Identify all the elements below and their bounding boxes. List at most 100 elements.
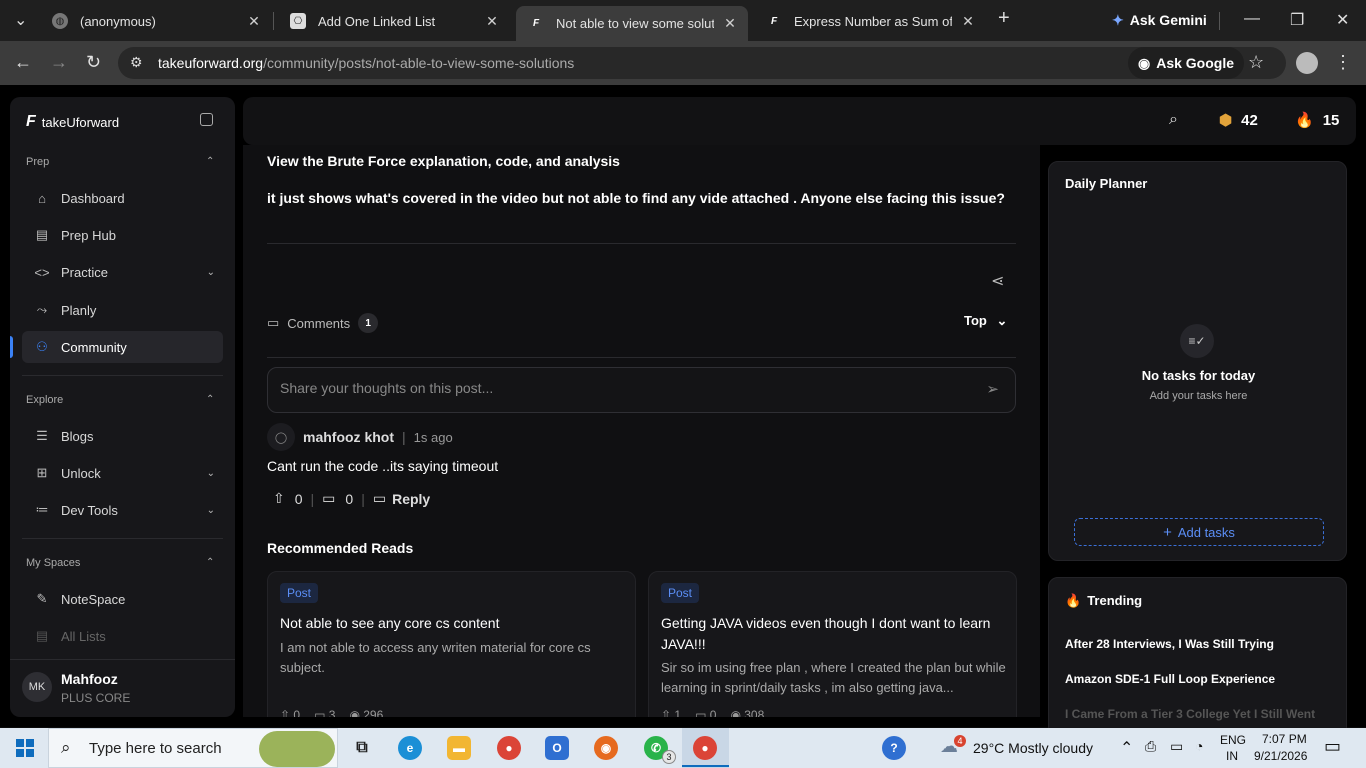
sort-dropdown[interactable]: Top ⌄: [964, 313, 1007, 329]
clock-date[interactable]: 9/21/2026: [1254, 749, 1307, 763]
post-body-line: it just shows what's covered in the vide…: [267, 190, 1005, 206]
ask-gemini-label: Ask Gemini: [1129, 12, 1207, 28]
comment-input-box[interactable]: ➢: [267, 367, 1016, 413]
send-icon[interactable]: ➢: [986, 380, 999, 398]
restore-icon[interactable]: ❐: [1290, 10, 1304, 30]
firefox-icon[interactable]: ◉: [594, 736, 618, 760]
comment-input[interactable]: [280, 380, 960, 396]
profile-avatar[interactable]: [1296, 52, 1318, 74]
chevron-up-icon[interactable]: ⌃: [206, 156, 214, 167]
ask-google-button[interactable]: ◉ Ask Google: [1128, 47, 1245, 79]
close-tab-icon[interactable]: ✕: [960, 13, 976, 30]
chevron-up-icon[interactable]: ⌃: [206, 394, 214, 405]
address-bar[interactable]: ⚙ takeuforward.org/community/posts/not-a…: [118, 47, 1286, 79]
sidebar-item-practice[interactable]: <> Practice ⌄: [22, 256, 223, 288]
region-indicator[interactable]: IN: [1226, 749, 1238, 763]
page: F takeUforward Prep ⌃ ⌂ Dashboard ▤ Prep…: [0, 85, 1366, 737]
section-prep-label[interactable]: Prep: [26, 156, 49, 168]
tab-express-number[interactable]: F Express Number as Sum of Two ✕: [754, 6, 986, 36]
share-icon[interactable]: ⋖: [991, 271, 1004, 291]
help-icon[interactable]: ?: [882, 736, 906, 760]
menu-kebab-icon[interactable]: ⋮: [1334, 52, 1352, 73]
sidebar-item-prep-hub[interactable]: ▤ Prep Hub: [22, 219, 223, 251]
streak-stat[interactable]: 🔥 15: [1295, 111, 1340, 130]
newspaper-icon: ☰: [36, 428, 48, 443]
close-tab-icon[interactable]: ✕: [484, 13, 500, 30]
ask-gemini-button[interactable]: ✦ Ask Gemini: [1104, 6, 1215, 34]
sidebar-item-community[interactable]: ⚇ Community: [22, 331, 223, 363]
replies-button[interactable]: ▭ 0: [322, 490, 353, 507]
close-tab-icon[interactable]: ✕: [722, 15, 738, 32]
sidebar-item-unlock[interactable]: ⊞ Unlock ⌄: [22, 457, 223, 489]
file-explorer-icon[interactable]: ▬: [447, 736, 471, 760]
windows-start-icon[interactable]: [16, 739, 34, 757]
taskbar-search[interactable]: ⌕ Type here to search: [48, 728, 338, 768]
forward-icon[interactable]: →: [50, 52, 68, 73]
upvote-button[interactable]: ⇧ 0: [267, 490, 303, 507]
sidebar-item-dev-tools[interactable]: ≔ Dev Tools ⌄: [22, 494, 223, 526]
trending-item[interactable]: Amazon SDE-1 Full Loop Experience: [1065, 672, 1275, 686]
user-profile[interactable]: MK Mahfooz PLUS CORE: [10, 659, 235, 717]
streak-count: 15: [1322, 111, 1340, 129]
chrome-profile-icon[interactable]: ●: [693, 736, 717, 760]
brand-logo[interactable]: F takeUforward: [26, 113, 119, 131]
url-text[interactable]: takeuforward.org/community/posts/not-abl…: [158, 55, 574, 71]
separator: |: [361, 490, 365, 507]
coins-stat[interactable]: ⬢ 42: [1219, 111, 1258, 130]
sidebar: F takeUforward Prep ⌃ ⌂ Dashboard ▤ Prep…: [10, 97, 235, 717]
card-title[interactable]: Getting JAVA videos even though I dont w…: [661, 613, 1006, 655]
sidebar-item-all-lists[interactable]: ▤ All Lists: [22, 620, 223, 652]
sidebar-item-planly[interactable]: ⤳ Planly: [22, 294, 223, 326]
comment-body: Cant run the code ..its saying timeout: [267, 458, 499, 474]
close-tab-icon[interactable]: ✕: [246, 13, 262, 30]
add-tasks-label: Add tasks: [1177, 524, 1235, 540]
recommended-card[interactable]: Post Getting JAVA videos even though I d…: [648, 571, 1017, 717]
trending-title: 🔥 Trending: [1065, 593, 1142, 609]
planner-empty-text: No tasks for today: [1141, 368, 1256, 383]
outlook-icon[interactable]: O: [545, 736, 569, 760]
edge-icon[interactable]: e: [398, 736, 422, 760]
bookmark-star-icon[interactable]: ☆: [1248, 52, 1264, 73]
device-icon[interactable]: ⎙: [1145, 738, 1156, 755]
section-my-spaces-label[interactable]: My Spaces: [26, 557, 80, 569]
chevron-up-icon[interactable]: ⌃: [1120, 738, 1133, 758]
comment-author[interactable]: mahfooz khot: [303, 429, 394, 445]
reload-icon[interactable]: ↻: [86, 52, 101, 73]
notifications-icon[interactable]: ▭: [1324, 736, 1341, 757]
recommended-card[interactable]: Post Not able to see any core cs content…: [267, 571, 636, 717]
sidebar-item-blogs[interactable]: ☰ Blogs: [22, 420, 223, 452]
trending-item[interactable]: After 28 Interviews, I Was Still Trying: [1065, 637, 1274, 651]
weather-text[interactable]: 29°C Mostly cloudy: [973, 740, 1093, 756]
sidebar-collapse-icon[interactable]: [200, 113, 213, 126]
sidebar-item-dashboard[interactable]: ⌂ Dashboard: [22, 182, 223, 214]
comment-header: ◯ mahfooz khot | 1s ago: [267, 423, 453, 451]
search-icon[interactable]: ⌕: [1169, 111, 1178, 129]
chrome-icon[interactable]: ●: [497, 736, 521, 760]
plus-icon: +: [1163, 523, 1172, 541]
close-window-icon[interactable]: ✕: [1336, 10, 1349, 30]
reply-button[interactable]: ▭ Reply: [373, 490, 430, 507]
add-tasks-button[interactable]: + Add tasks: [1074, 518, 1324, 546]
section-explore-label[interactable]: Explore: [26, 394, 63, 406]
new-tab-icon[interactable]: +: [998, 7, 1010, 30]
site-info-icon[interactable]: ⚙: [130, 54, 143, 71]
comments-divider: [267, 357, 1016, 358]
chevron-up-icon[interactable]: ⌃: [206, 557, 214, 568]
tab-anonymous[interactable]: ◍ (anonymous) ✕: [40, 6, 272, 36]
wifi-icon[interactable]: ◔: [1195, 738, 1203, 754]
tab-not-able-to-view[interactable]: F Not able to view some solutions ✕: [516, 6, 748, 41]
language-indicator[interactable]: ENG: [1220, 733, 1246, 747]
battery-icon[interactable]: ▭: [1170, 738, 1183, 755]
clock-time[interactable]: 7:07 PM: [1262, 732, 1307, 746]
trending-item[interactable]: I Came From a Tier 3 College Yet I Still…: [1065, 707, 1315, 721]
sidebar-item-notespace[interactable]: ✎ NoteSpace: [22, 583, 223, 615]
minimize-icon[interactable]: —: [1244, 10, 1260, 28]
recommended-title: Recommended Reads: [267, 540, 414, 556]
tab-search-chevron-icon[interactable]: ⌄: [14, 10, 27, 30]
task-view-icon[interactable]: ⧉: [350, 736, 374, 760]
card-title[interactable]: Not able to see any core cs content: [280, 613, 625, 634]
tab-title: (anonymous): [80, 13, 156, 29]
back-icon[interactable]: ←: [14, 52, 32, 73]
tab-add-one-linked-list[interactable]: ⎔ Add One Linked List ✕: [278, 6, 510, 36]
upvote-count: 0: [294, 490, 303, 507]
